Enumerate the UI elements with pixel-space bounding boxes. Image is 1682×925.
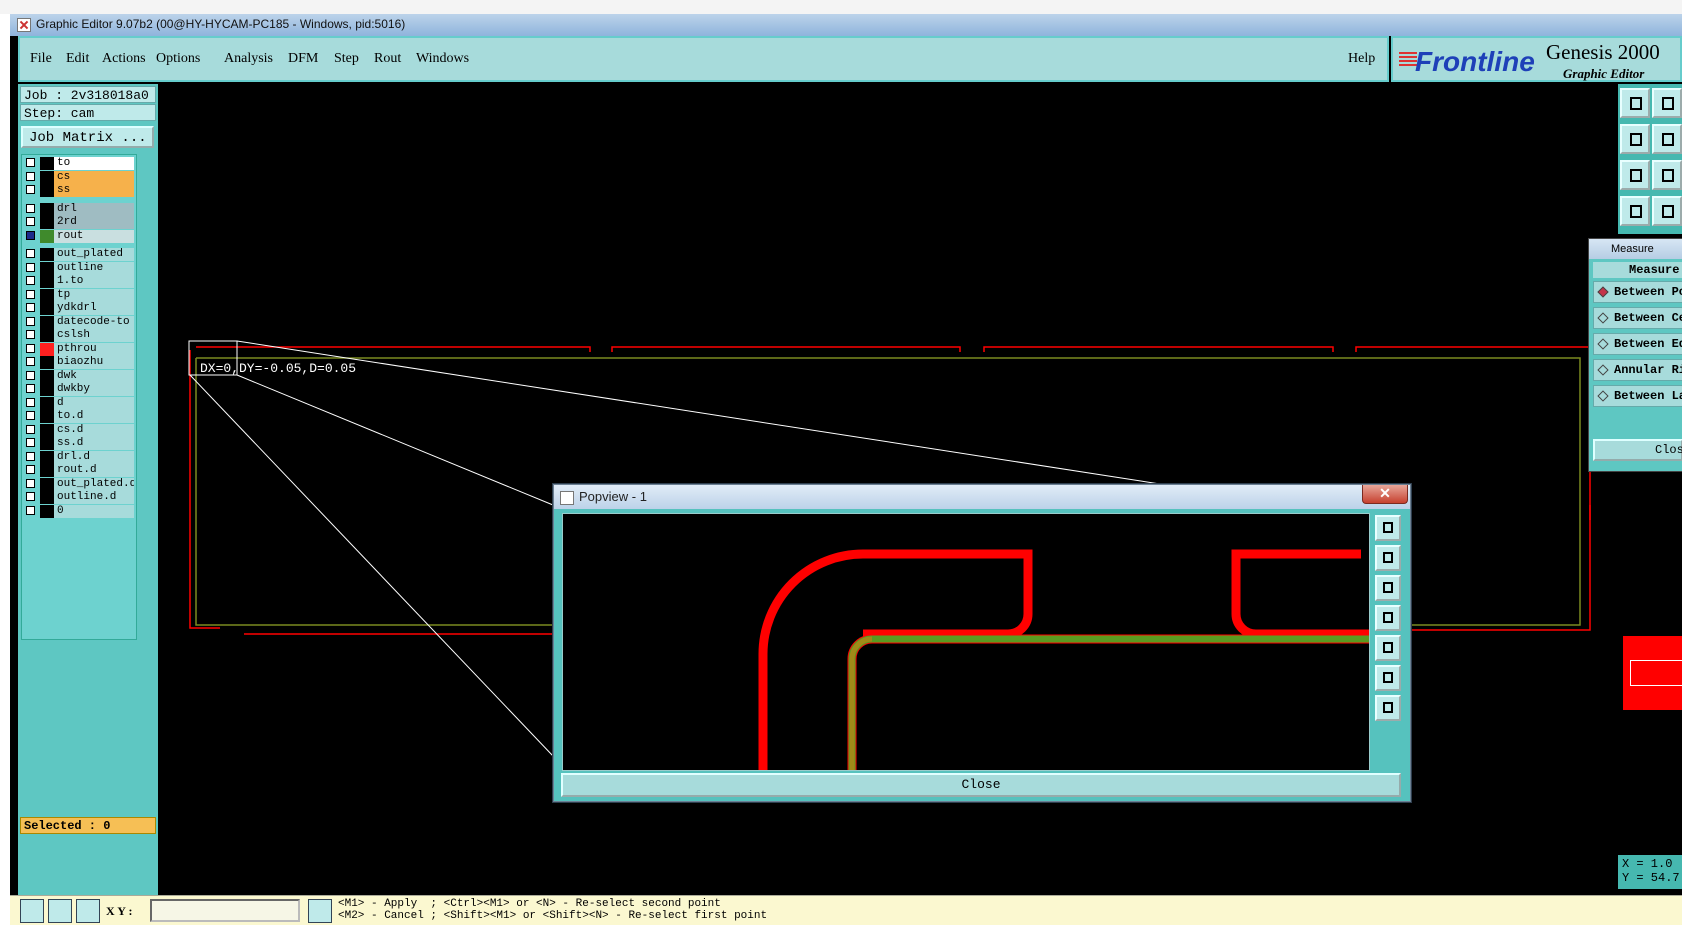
measure-option[interactable]: Annular Ring [1593,359,1682,381]
popview-leader-line [189,374,554,757]
popview-center-button[interactable] [1375,695,1401,721]
measure-option[interactable]: Between Edges [1593,333,1682,355]
popview-new-window-button[interactable] [1375,515,1401,541]
mouse-hint-line-1: <M1> - Apply ; <Ctrl><M1> or <N> - Re-se… [338,898,721,910]
popview-close-icon[interactable]: ✕ [1362,485,1408,504]
popview-toolbar [1372,513,1404,769]
xy-coordinate-input[interactable] [150,899,300,922]
pan-left-icon [1383,612,1393,623]
measure-header: Measure [1593,262,1682,278]
coord-x: X = 1.0 [1622,857,1673,871]
coord-y: Y = 54.7 [1622,871,1680,885]
status-bar: X Y : <M1> - Apply ; <Ctrl><M1> or <N> -… [10,895,1682,925]
popview-zoom-in-button[interactable] [1375,545,1401,571]
measure-option-label: Between Edges [1614,337,1682,351]
mouse-hint-line-2: <M2> - Cancel ; <Shift><M1> or <Shift><N… [338,910,768,922]
measure-popup: Measure Popup Measure Between Points Bet… [1588,238,1682,472]
popview-titlebar: Popview - 1 ✕ [554,485,1410,509]
zoom-out-icon [1383,582,1393,593]
radio-icon [1597,312,1609,324]
popview-leader-line [236,374,554,506]
popview-zoom-out-button[interactable] [1375,575,1401,601]
measure-popup-title: Measure Popup [1589,239,1682,275]
pan-right-icon [1383,642,1393,653]
measure-option-label: Between Points [1614,285,1682,299]
popview-title: Popview - 1 [579,489,647,504]
popview-close-button[interactable]: Close [561,773,1401,797]
copper-trace [847,634,1369,770]
measure-option-label: Annular Ring [1614,363,1682,377]
radio-icon [1597,364,1609,376]
board-edge-segment [196,346,591,352]
board-edge-segment [1409,505,1591,631]
rout-path [195,358,555,626]
popview-canvas[interactable] [562,513,1370,771]
radio-icon [1597,390,1609,402]
rout-chain [848,635,1369,770]
info-button[interactable] [308,899,332,923]
measure-option[interactable]: Between Layers [1593,385,1682,407]
zoom-center-icon [1383,702,1393,713]
board-edge-segment [983,346,1334,352]
popview-pan-right-button[interactable] [1375,635,1401,661]
measure-option-label: Between Layers [1614,389,1682,403]
popview-window: Popview - 1 ✕ Close [553,484,1411,802]
board-edge-segment [189,350,220,629]
select-mode-button[interactable] [20,899,44,923]
radio-icon [1597,338,1609,350]
measure-option-label: Between Centers [1614,311,1682,325]
measure-close-button[interactable]: Close [1593,439,1682,461]
radio-selected-icon [1597,286,1609,298]
cursor-coordinates: X = 1.0 Y = 54.7 [1618,855,1682,889]
new-window-icon [1383,522,1393,533]
measure-option[interactable]: Between Points [1593,281,1682,303]
copper-trace [1231,549,1369,639]
popview-leader-line [236,340,1161,485]
board-edge-segment [611,346,961,352]
popview-pan-left-button[interactable] [1375,605,1401,631]
popview-drawing [758,549,1369,770]
xy-label: X Y : [106,904,133,918]
fit-view-icon [1383,672,1393,683]
zoom-in-icon [1383,552,1393,563]
copper-trace [758,549,1033,770]
measure-option[interactable]: Between Centers [1593,307,1682,329]
popview-fit-button[interactable] [1375,665,1401,691]
measure-mode-button[interactable] [48,899,72,923]
measure-readout: DX=0,DY=-0.05,D=0.05 [200,361,356,376]
grid-mode-button[interactable] [76,899,100,923]
canvas-feature-outline [1630,660,1682,686]
popview-app-icon [560,491,574,505]
